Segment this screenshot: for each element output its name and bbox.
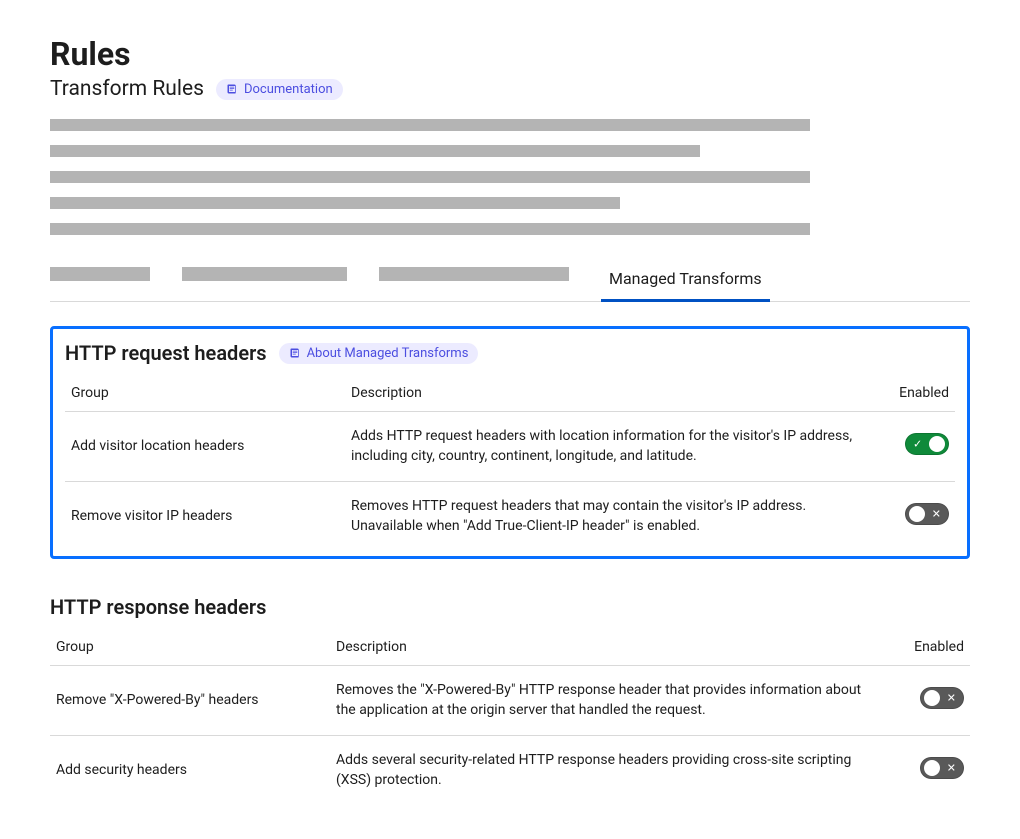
x-icon: ✕ bbox=[947, 692, 956, 705]
request-headers-highlight: HTTP request headers About Managed Trans… bbox=[50, 326, 970, 559]
table-row: Add security headers Adds several securi… bbox=[50, 735, 970, 804]
section-header: HTTP request headers About Managed Trans… bbox=[65, 341, 955, 365]
column-group: Group bbox=[65, 377, 345, 412]
toggle-add-security-headers[interactable]: ✕ bbox=[920, 757, 964, 779]
column-group: Group bbox=[50, 631, 330, 666]
column-enabled: Enabled bbox=[890, 631, 970, 666]
tabs: Managed Transforms bbox=[50, 259, 970, 302]
response-headers-section: HTTP response headers Group Description … bbox=[50, 595, 970, 804]
row-description: Adds several security-related HTTP respo… bbox=[330, 735, 890, 804]
x-icon: ✕ bbox=[947, 762, 956, 775]
page-title: Rules bbox=[50, 35, 970, 73]
row-description: Adds HTTP request headers with location … bbox=[345, 412, 875, 482]
row-description: Removes HTTP request headers that may co… bbox=[345, 481, 875, 550]
about-link-label: About Managed Transforms bbox=[307, 346, 469, 361]
column-description: Description bbox=[345, 377, 875, 412]
section-header: HTTP response headers bbox=[50, 595, 970, 619]
check-icon: ✓ bbox=[913, 438, 922, 451]
table-row: Add visitor location headers Adds HTTP r… bbox=[65, 412, 955, 482]
tab-placeholder[interactable] bbox=[50, 267, 150, 281]
subtitle: Transform Rules bbox=[50, 77, 204, 101]
table-row: Remove "X-Powered-By" headers Removes th… bbox=[50, 666, 970, 736]
table-row: Remove visitor IP headers Removes HTTP r… bbox=[65, 481, 955, 550]
column-enabled: Enabled bbox=[875, 377, 955, 412]
row-group: Remove "X-Powered-By" headers bbox=[50, 666, 330, 736]
description-placeholder bbox=[50, 119, 970, 235]
about-managed-transforms-link[interactable]: About Managed Transforms bbox=[279, 343, 479, 364]
documentation-link[interactable]: Documentation bbox=[216, 79, 343, 100]
tab-placeholder[interactable] bbox=[182, 267, 347, 281]
skeleton-line bbox=[50, 145, 700, 157]
documentation-link-label: Documentation bbox=[244, 82, 333, 97]
skeleton-line bbox=[50, 197, 620, 209]
tab-placeholder[interactable] bbox=[379, 267, 569, 281]
book-icon bbox=[226, 83, 238, 95]
toggle-remove-visitor-ip-headers[interactable]: ✕ bbox=[905, 503, 949, 525]
toggle-add-visitor-location-headers[interactable]: ✓ bbox=[905, 433, 949, 455]
skeleton-line bbox=[50, 119, 810, 131]
toggle-remove-x-powered-by[interactable]: ✕ bbox=[920, 687, 964, 709]
row-description: Removes the "X-Powered-By" HTTP response… bbox=[330, 666, 890, 736]
request-headers-title: HTTP request headers bbox=[65, 341, 267, 365]
row-group: Add security headers bbox=[50, 735, 330, 804]
response-headers-title: HTTP response headers bbox=[50, 595, 266, 619]
row-group: Remove visitor IP headers bbox=[65, 481, 345, 550]
column-description: Description bbox=[330, 631, 890, 666]
row-group: Add visitor location headers bbox=[65, 412, 345, 482]
response-headers-table: Group Description Enabled Remove "X-Powe… bbox=[50, 631, 970, 804]
skeleton-line bbox=[50, 171, 810, 183]
request-headers-table: Group Description Enabled Add visitor lo… bbox=[65, 377, 955, 550]
subtitle-row: Transform Rules Documentation bbox=[50, 77, 970, 101]
x-icon: ✕ bbox=[932, 507, 941, 520]
toggle-knob bbox=[924, 760, 940, 776]
toggle-knob bbox=[909, 506, 925, 522]
toggle-knob bbox=[929, 436, 945, 452]
toggle-knob bbox=[924, 690, 940, 706]
skeleton-line bbox=[50, 223, 810, 235]
tab-managed-transforms[interactable]: Managed Transforms bbox=[601, 259, 770, 302]
book-icon bbox=[289, 347, 301, 359]
